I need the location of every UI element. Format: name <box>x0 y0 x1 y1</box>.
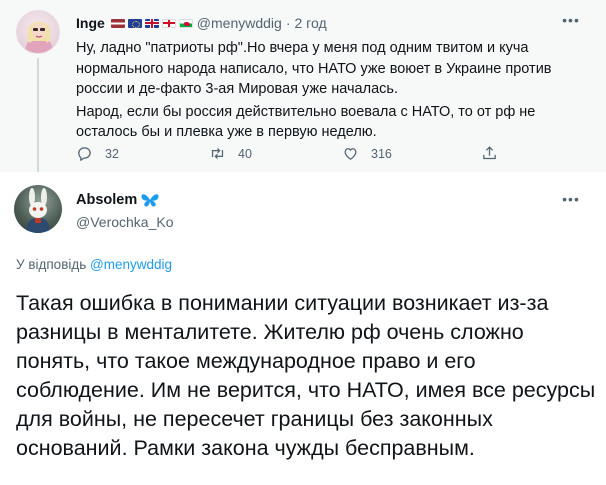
avatar-image <box>25 21 53 53</box>
england-flag-icon <box>161 18 176 28</box>
share-icon <box>483 146 496 160</box>
timestamp[interactable]: 2 год <box>294 15 326 31</box>
tweet-thread: Inge @menywddig · 2 год ••• Ну, ладно "п… <box>0 0 606 485</box>
reply-icon <box>78 147 91 161</box>
like-button[interactable]: 316 <box>342 145 392 162</box>
latvia-flag-icon <box>110 18 125 28</box>
tweet-paragraph: Ну, ладно "патриоты рф".Но вчера у меня … <box>76 40 552 97</box>
more-icon[interactable]: ••• <box>562 13 580 31</box>
author-handle[interactable]: @Verochka_Ko <box>76 214 174 230</box>
tweet-text: Ну, ладно "патриоты рф".Но вчера у меня … <box>76 38 586 145</box>
retweet-button[interactable]: 40 <box>209 145 252 162</box>
retweet-icon <box>211 148 224 159</box>
eu-flag-icon <box>127 18 142 28</box>
replying-to: У відповідь @menywddig <box>16 257 172 272</box>
avatar[interactable] <box>14 185 62 233</box>
retweet-count: 40 <box>238 146 252 161</box>
author-name[interactable]: Absolem <box>76 192 137 208</box>
tweet-actions: 32 40 316 <box>76 145 516 165</box>
more-icon[interactable]: ••• <box>562 192 580 210</box>
tweet-text: Такая ошибка в понимании ситуации возник… <box>16 291 596 460</box>
like-count: 316 <box>371 146 392 161</box>
tweet-header: Inge @menywddig · 2 год <box>76 14 327 32</box>
author-name-row: Absolem <box>76 192 160 208</box>
replying-to-link[interactable]: @menywddig <box>90 257 172 272</box>
reply-button[interactable]: 32 <box>76 145 119 162</box>
share-button[interactable] <box>481 145 498 162</box>
avatar[interactable] <box>16 10 60 54</box>
author-handle[interactable]: @menywddig <box>197 15 282 31</box>
reply-count: 32 <box>105 146 119 161</box>
avatar-image <box>26 188 50 233</box>
author-flags <box>110 18 193 28</box>
thread-line <box>37 58 39 172</box>
butterfly-icon <box>141 194 159 207</box>
author-name[interactable]: Inge <box>76 15 105 31</box>
wales-flag-icon <box>178 18 193 28</box>
parent-tweet[interactable]: Inge @menywddig · 2 год ••• Ну, ладно "п… <box>0 0 606 172</box>
replying-label: У відповідь <box>16 257 87 272</box>
separator-dot: · <box>285 15 291 31</box>
heart-icon <box>344 148 357 160</box>
uk-flag-icon <box>144 18 159 28</box>
tweet-paragraph: Народ, если бы россия действительно воев… <box>76 103 536 141</box>
